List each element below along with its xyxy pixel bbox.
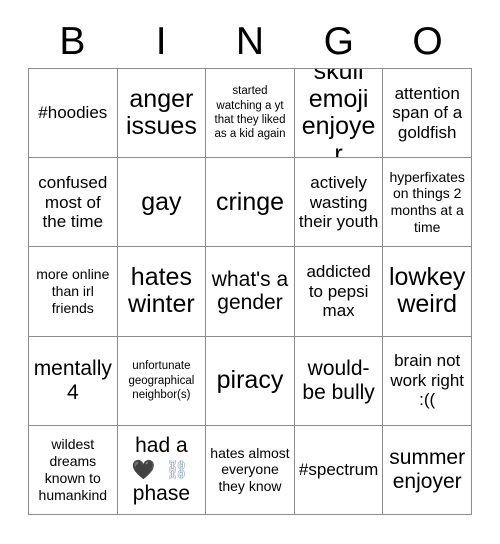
bingo-cell[interactable]: anger issues — [117, 69, 207, 159]
bingo-cell-text: summer enjoyer — [389, 446, 466, 493]
bingo-cell[interactable]: brain not work right :(( — [383, 336, 472, 426]
bingo-cell-text: more online than irl friends — [36, 266, 110, 316]
bingo-cell-text: attention span of a goldfish — [392, 83, 463, 142]
bingo-cell[interactable]: hates winter — [117, 247, 207, 337]
bingo-cell-text: anger issues — [125, 84, 197, 141]
bingo-cell[interactable]: wildest dreams known to humankind — [29, 425, 118, 515]
bingo-cell[interactable]: more online than irl friends — [29, 247, 118, 337]
bingo-cell[interactable]: confused most of the time — [29, 158, 118, 248]
bingo-cell-text: what's a gender — [211, 267, 289, 315]
bingo-cell[interactable]: gay — [117, 158, 207, 248]
bingo-cell[interactable]: skull emoji enjoyer — [294, 69, 384, 159]
bingo-header: B I N G O — [28, 14, 472, 68]
black-heart-icon: 🖤 — [131, 459, 158, 481]
bingo-cell-text: #hoodies — [38, 103, 108, 123]
bingo-cell[interactable]: actively wasting their youth — [294, 158, 384, 248]
bingo-cell[interactable]: attention span of a goldfish — [383, 69, 472, 159]
phase-line-3: phase — [132, 481, 190, 505]
bingo-cell[interactable]: piracy — [206, 336, 295, 426]
bingo-header-letter-n: N — [235, 19, 265, 63]
bingo-cell-text: brain not work right :(( — [390, 351, 465, 410]
bingo-cell-text: addicted to pepsi max — [306, 262, 371, 321]
bingo-cell-text: cringe — [215, 187, 285, 216]
bingo-header-letter-o: O — [412, 19, 443, 63]
bingo-cell-text: unfortunate geographical neighbor(s) — [128, 360, 195, 401]
bingo-cell[interactable]: summer enjoyer — [383, 425, 472, 515]
bingo-cell-text: hates winter — [128, 262, 195, 319]
bingo-header-letter-g: G — [323, 19, 354, 63]
bingo-cell[interactable]: lowkey weird — [383, 247, 472, 337]
bingo-cell-text: mentally 4 — [33, 357, 112, 404]
bingo-cell-text: would-be bully — [302, 357, 375, 404]
phase-line-1: had a — [135, 434, 188, 458]
bingo-cell-text: started watching a yt that they liked as… — [214, 85, 286, 141]
bingo-cell[interactable]: would-be bully — [294, 336, 384, 426]
bingo-card: B I N G O #hoodies anger issues started … — [0, 0, 500, 544]
bingo-header-letter-b: B — [59, 19, 86, 63]
bingo-cell-text: wildest dreams known to humankind — [38, 436, 108, 503]
bingo-cell[interactable]: #spectrum — [294, 425, 384, 515]
bingo-cell[interactable]: hyperfixates on things 2 months at a tim… — [383, 158, 472, 248]
bingo-cell[interactable]: #hoodies — [29, 69, 118, 159]
bingo-cell-text: lowkey weird — [388, 262, 466, 319]
bingo-cell-text: hyperfixates on things 2 months at a tim… — [389, 168, 465, 236]
bingo-cell-text: confused most of the time — [38, 172, 108, 232]
bingo-cell[interactable]: hates almost everyone they know — [206, 425, 295, 515]
bingo-cell[interactable]: started watching a yt that they liked as… — [206, 69, 295, 159]
bingo-cell-text: actively wasting their youth — [298, 172, 379, 232]
bingo-cell[interactable]: what's a gender — [206, 247, 295, 337]
bingo-cell[interactable]: unfortunate geographical neighbor(s) — [117, 336, 207, 426]
bingo-cell-text: piracy — [216, 365, 284, 394]
bingo-cell-text: skull emoji enjoyer — [301, 69, 376, 159]
phase-emoji-row: 🖤 ⛓ — [132, 460, 191, 481]
bingo-header-letter-i: I — [155, 19, 167, 63]
bingo-cell-text: hates almost everyone they know — [210, 444, 290, 495]
bingo-cell[interactable]: addicted to pepsi max — [294, 247, 384, 337]
bingo-cell-emoji-phase[interactable]: had a 🖤 ⛓ phase — [117, 425, 207, 515]
chains-icon: ⛓ — [164, 459, 191, 481]
bingo-grid: #hoodies anger issues started watching a… — [28, 68, 472, 515]
bingo-cell-text: had a 🖤 ⛓ phase — [122, 434, 202, 505]
bingo-cell-text: #spectrum — [298, 460, 379, 480]
bingo-cell[interactable]: cringe — [206, 158, 295, 248]
bingo-cell-text: gay — [141, 187, 182, 216]
bingo-cell[interactable]: mentally 4 — [29, 336, 118, 426]
